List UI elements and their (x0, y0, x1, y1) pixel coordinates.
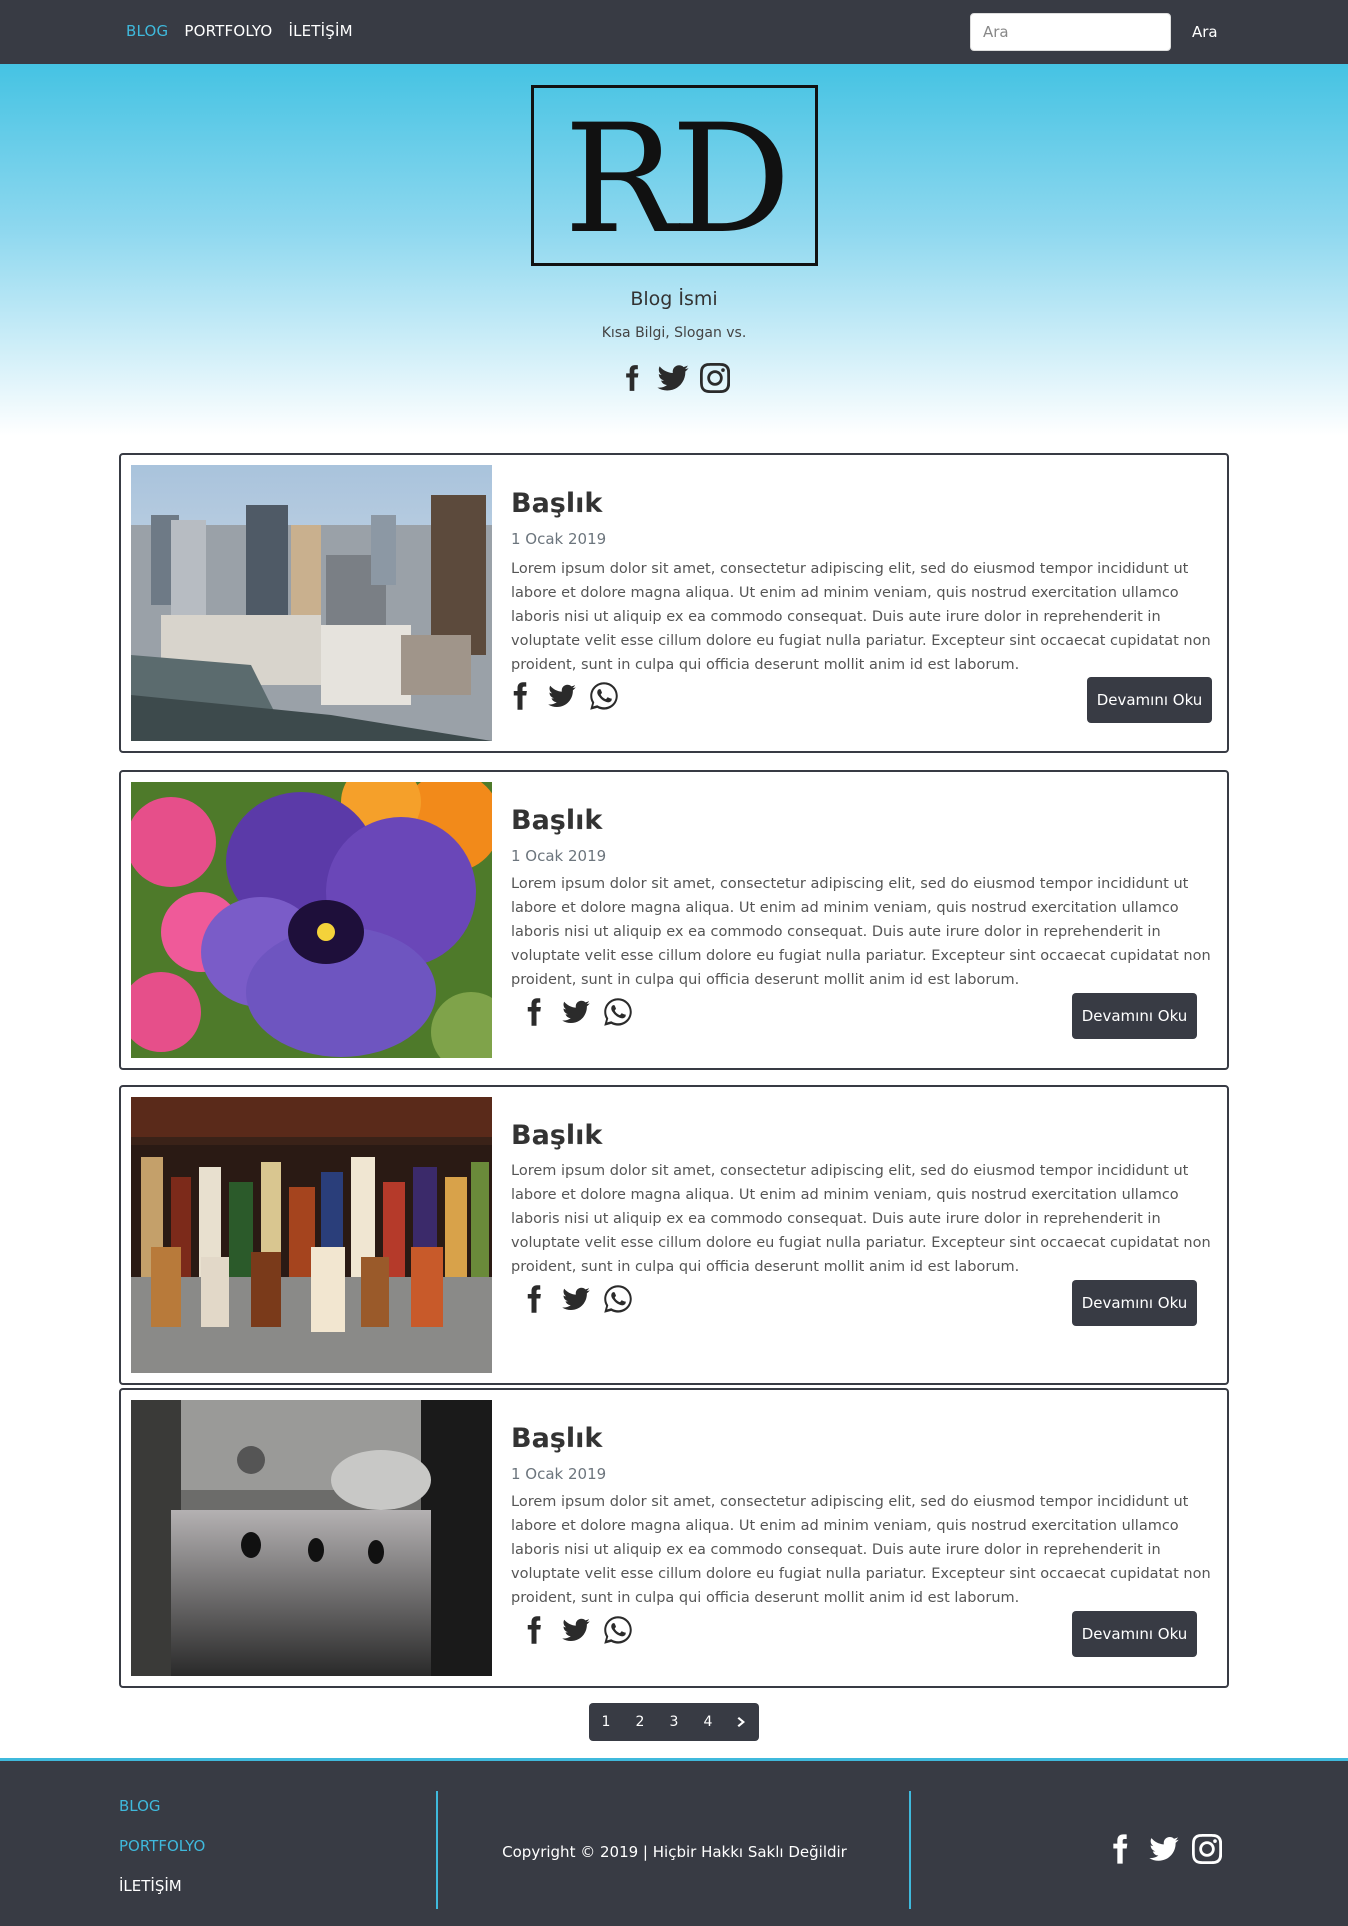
facebook-icon[interactable] (505, 681, 535, 711)
nav-link-iletisim[interactable]: İLETİŞİM (288, 22, 352, 40)
whatsapp-icon[interactable] (603, 1615, 633, 1645)
post-date: 1 Ocak 2019 (511, 847, 607, 865)
post-date: 1 Ocak 2019 (511, 530, 607, 548)
nav-link-portfolyo[interactable]: PORTFOLYO (184, 22, 272, 40)
post-excerpt: Lorem ipsum dolor sit amet, consectetur … (511, 1163, 1211, 1275)
footer-link-blog[interactable]: BLOG (119, 1797, 205, 1816)
page-link-2[interactable]: 2 (623, 1703, 657, 1741)
blog-post: Başlık 1 Ocak 2019 Lorem ipsum dolor sit… (119, 770, 1229, 1070)
read-more-button[interactable]: Devamını Oku (1072, 1280, 1197, 1326)
facebook-icon[interactable] (519, 1284, 549, 1314)
header-social-links (614, 360, 734, 396)
twitter-icon[interactable] (656, 361, 690, 395)
post-image-city[interactable] (131, 465, 492, 741)
facebook-icon[interactable] (519, 1615, 549, 1645)
chevron-right-icon (737, 1717, 745, 1727)
read-more-button[interactable]: Devamını Oku (1072, 1611, 1197, 1657)
instagram-icon[interactable] (700, 363, 730, 393)
post-title[interactable]: Başlık (511, 488, 602, 519)
footer-nav: BLOG PORTFOLYO İLETİŞİM (119, 1797, 205, 1896)
blog-name: Blog İsmi (630, 288, 718, 310)
read-more-button[interactable]: Devamını Oku (1072, 993, 1197, 1039)
nav-links: BLOG PORTFOLYO İLETİŞİM (126, 22, 353, 40)
post-excerpt: Lorem ipsum dolor sit amet, consectetur … (511, 561, 1211, 673)
post-title[interactable]: Başlık (511, 805, 602, 836)
blog-slogan: Kısa Bilgi, Slogan vs. (601, 325, 747, 341)
nav-link-blog[interactable]: BLOG (126, 22, 168, 40)
twitter-icon[interactable] (547, 681, 577, 711)
footer-link-iletisim[interactable]: İLETİŞİM (119, 1877, 205, 1896)
search-button[interactable]: Ara (1180, 14, 1230, 50)
blog-post: Başlık Lorem ipsum dolor sit amet, conse… (119, 1085, 1229, 1385)
post-share-links (519, 1284, 633, 1314)
facebook-icon[interactable] (1104, 1833, 1136, 1865)
footer-divider (909, 1791, 911, 1909)
whatsapp-icon[interactable] (589, 681, 619, 711)
blog-post: Başlık 1 Ocak 2019 Lorem ipsum dolor sit… (119, 1388, 1229, 1688)
page-link-3[interactable]: 3 (657, 1703, 691, 1741)
page-link-4[interactable]: 4 (691, 1703, 725, 1741)
post-excerpt: Lorem ipsum dolor sit amet, consectetur … (511, 1494, 1211, 1606)
copyright-text: Copyright © 2019 | Hiçbir Hakkı Saklı De… (502, 1843, 847, 1861)
twitter-icon[interactable] (561, 1615, 591, 1645)
post-image-cats[interactable] (131, 1400, 492, 1676)
read-more-button[interactable]: Devamını Oku (1087, 677, 1212, 723)
twitter-icon[interactable] (561, 997, 591, 1027)
post-share-links (519, 997, 633, 1027)
facebook-icon[interactable] (618, 361, 646, 395)
post-title[interactable]: Başlık (511, 1423, 602, 1454)
logo-text: RD (563, 92, 791, 267)
next-page-button[interactable] (725, 1703, 759, 1741)
site-footer: BLOG PORTFOLYO İLETİŞİM Copyright © 2019… (0, 1758, 1348, 1926)
whatsapp-icon[interactable] (603, 997, 633, 1027)
pagination: 1 2 3 4 (589, 1703, 759, 1741)
whatsapp-icon[interactable] (603, 1284, 633, 1314)
post-image-bottles[interactable] (131, 1097, 492, 1373)
post-excerpt: Lorem ipsum dolor sit amet, consectetur … (511, 876, 1211, 988)
instagram-icon[interactable] (1192, 1834, 1222, 1864)
post-image-flower[interactable] (131, 782, 492, 1058)
footer-link-portfolyo[interactable]: PORTFOLYO (119, 1837, 205, 1856)
top-navbar: BLOG PORTFOLYO İLETİŞİM Ara (0, 0, 1348, 64)
facebook-icon[interactable] (519, 997, 549, 1027)
search-input[interactable] (970, 13, 1171, 51)
footer-social-links (1104, 1833, 1222, 1865)
page-link-1[interactable]: 1 (589, 1703, 623, 1741)
blog-logo: RD (531, 85, 818, 266)
twitter-icon[interactable] (1148, 1833, 1180, 1865)
post-title[interactable]: Başlık (511, 1120, 602, 1151)
twitter-icon[interactable] (561, 1284, 591, 1314)
blog-post: Başlık 1 Ocak 2019 Lorem ipsum dolor sit… (119, 453, 1229, 753)
post-share-links (505, 681, 619, 711)
post-share-links (519, 1615, 633, 1645)
post-date: 1 Ocak 2019 (511, 1465, 607, 1483)
